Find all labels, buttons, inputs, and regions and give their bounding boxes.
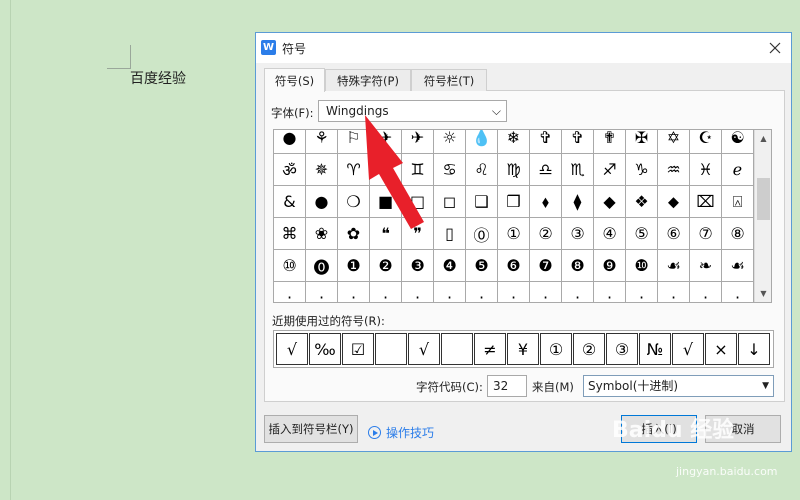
baidu-watermark-logo: Baidu 经验 (612, 418, 735, 443)
watermark-url: jingyan.baidu.com (676, 465, 778, 478)
tab-symbols[interactable]: 符号(S) (264, 68, 325, 92)
